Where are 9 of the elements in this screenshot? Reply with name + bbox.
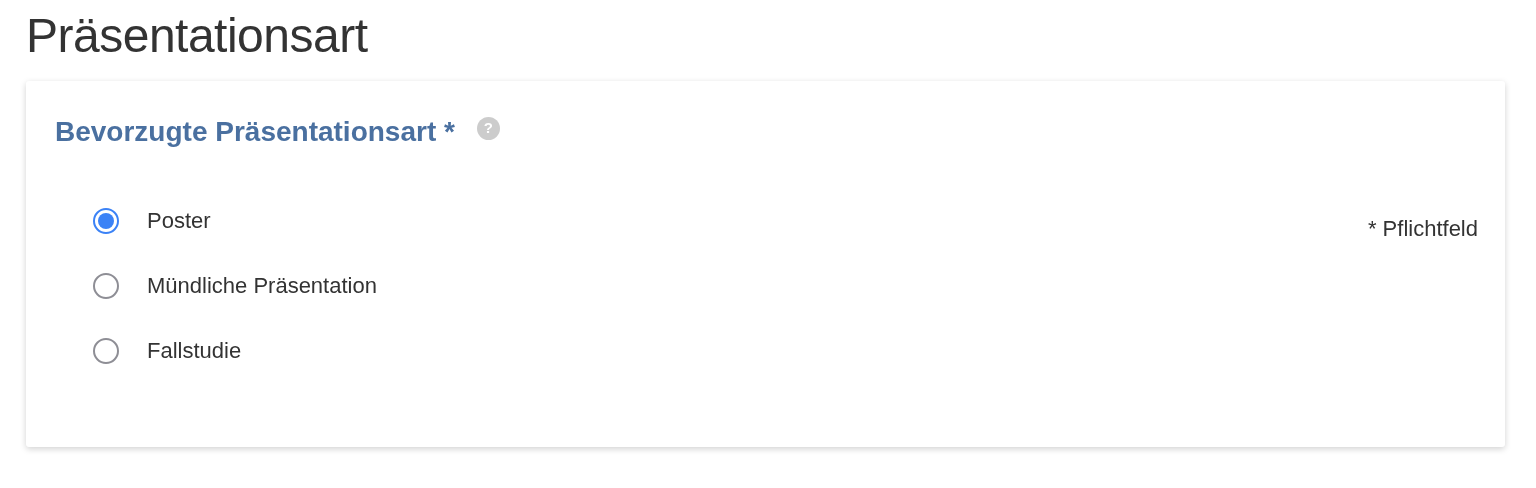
option-label[interactable]: Mündliche Präsentation: [147, 269, 377, 303]
section-title: Bevorzugte Präsentationsart *: [55, 114, 455, 149]
page-title: Präsentationsart: [26, 8, 369, 64]
option-label[interactable]: Poster: [147, 204, 211, 238]
required-note: * Pflichtfeld: [1367, 215, 1478, 244]
option-label[interactable]: Fallstudie: [147, 334, 242, 368]
radio-button[interactable]: [93, 207, 119, 234]
radio-button[interactable]: [93, 272, 119, 299]
radio-button[interactable]: [93, 337, 119, 364]
